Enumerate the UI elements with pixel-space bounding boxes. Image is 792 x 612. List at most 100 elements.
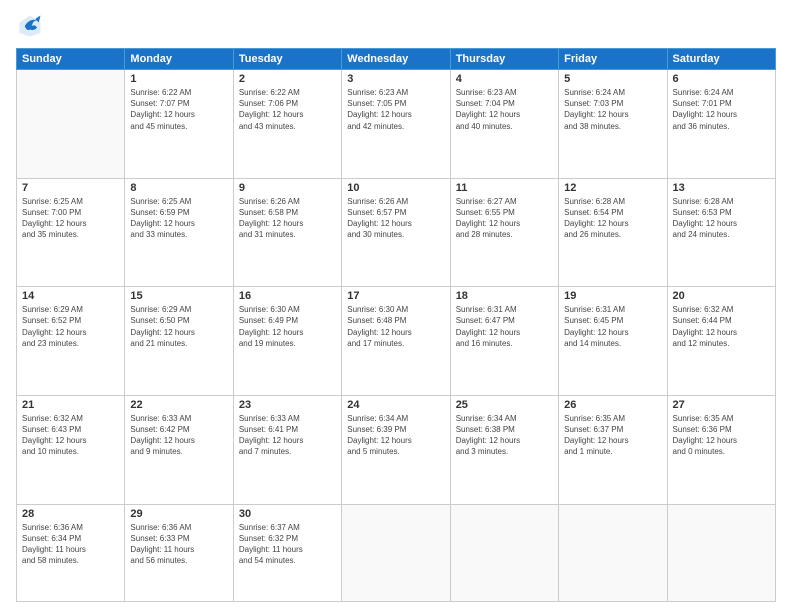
day-number: 21 bbox=[22, 399, 119, 411]
day-number: 6 bbox=[673, 73, 770, 85]
day-number: 30 bbox=[239, 508, 336, 520]
calendar-cell: 24Sunrise: 6:34 AM Sunset: 6:39 PM Dayli… bbox=[342, 395, 450, 504]
weekday-header-thursday: Thursday bbox=[450, 49, 558, 70]
calendar-cell: 8 Sunrise: 6:25 AM Sunset: 6:59 PM Daylig… bbox=[125, 178, 233, 287]
calendar-cell: 19 Sunrise: 6:31 AM Sunset: 6:45 PM Dayli… bbox=[559, 287, 667, 396]
day-number: 14 bbox=[22, 290, 119, 302]
week-row-1: 7Sunrise: 6:25 AM Sunset: 7:00 PM Daylig… bbox=[17, 178, 776, 287]
calendar-cell: 26 Sunrise: 6:35 AM Sunset: 6:37 PM Dayli… bbox=[559, 395, 667, 504]
logo-icon bbox=[16, 12, 44, 40]
day-info: Sunrise: 6:35 AM Sunset: 6:37 PM Dayligh… bbox=[564, 413, 661, 458]
day-number: 16 bbox=[239, 290, 336, 302]
day-number: 28 bbox=[22, 508, 119, 520]
day-info: Sunrise: 6:28 AM Sunset: 6:53 PM Dayligh… bbox=[673, 196, 770, 241]
calendar-cell: 3 Sunrise: 6:23 AM Sunset: 7:05 PM Daylig… bbox=[342, 70, 450, 179]
calendar-cell bbox=[17, 70, 125, 179]
day-number: 15 bbox=[130, 290, 227, 302]
calendar-cell: 29 Sunrise: 6:36 AM Sunset: 6:33 PM Dayli… bbox=[125, 504, 233, 602]
day-info: Sunrise: 6:25 AM Sunset: 6:59 PM Dayligh… bbox=[130, 196, 227, 241]
week-row-2: 14 Sunrise: 6:29 AM Sunset: 6:52 PM Dayli… bbox=[17, 287, 776, 396]
day-number: 4 bbox=[456, 73, 553, 85]
day-info: Sunrise: 6:23 AM Sunset: 7:05 PM Dayligh… bbox=[347, 87, 444, 132]
day-info: Sunrise: 6:28 AM Sunset: 6:54 PM Dayligh… bbox=[564, 196, 661, 241]
weekday-header-monday: Monday bbox=[125, 49, 233, 70]
calendar-cell: 22 Sunrise: 6:33 AM Sunset: 6:42 PM Dayli… bbox=[125, 395, 233, 504]
calendar-cell: 9 Sunrise: 6:26 AM Sunset: 6:58 PM Daylig… bbox=[233, 178, 341, 287]
weekday-header-tuesday: Tuesday bbox=[233, 49, 341, 70]
day-info: Sunrise: 6:23 AM Sunset: 7:04 PM Dayligh… bbox=[456, 87, 553, 132]
day-number: 20 bbox=[673, 290, 770, 302]
calendar-cell bbox=[342, 504, 450, 602]
calendar-cell: 10 Sunrise: 6:26 AM Sunset: 6:57 PM Dayli… bbox=[342, 178, 450, 287]
day-info: Sunrise: 6:33 AM Sunset: 6:41 PM Dayligh… bbox=[239, 413, 336, 458]
day-info: Sunrise: 6:32 AM Sunset: 6:44 PM Dayligh… bbox=[673, 304, 770, 349]
day-number: 25 bbox=[456, 399, 553, 411]
weekday-header-wednesday: Wednesday bbox=[342, 49, 450, 70]
calendar-cell: 13 Sunrise: 6:28 AM Sunset: 6:53 PM Dayli… bbox=[667, 178, 775, 287]
day-number: 8 bbox=[130, 182, 227, 194]
day-info: Sunrise: 6:34 AM Sunset: 6:39 PM Dayligh… bbox=[347, 413, 444, 458]
day-number: 11 bbox=[456, 182, 553, 194]
day-number: 7 bbox=[22, 182, 119, 194]
day-number: 22 bbox=[130, 399, 227, 411]
header bbox=[16, 12, 776, 40]
day-info: Sunrise: 6:29 AM Sunset: 6:52 PM Dayligh… bbox=[22, 304, 119, 349]
calendar-cell: 18 Sunrise: 6:31 AM Sunset: 6:47 PM Dayli… bbox=[450, 287, 558, 396]
page: SundayMondayTuesdayWednesdayThursdayFrid… bbox=[0, 0, 792, 612]
day-number: 27 bbox=[673, 399, 770, 411]
calendar-cell: 11 Sunrise: 6:27 AM Sunset: 6:55 PM Dayli… bbox=[450, 178, 558, 287]
day-number: 5 bbox=[564, 73, 661, 85]
day-info: Sunrise: 6:36 AM Sunset: 6:34 PM Dayligh… bbox=[22, 522, 119, 567]
week-row-0: 1Sunrise: 6:22 AM Sunset: 7:07 PM Daylig… bbox=[17, 70, 776, 179]
day-info: Sunrise: 6:34 AM Sunset: 6:38 PM Dayligh… bbox=[456, 413, 553, 458]
day-info: Sunrise: 6:32 AM Sunset: 6:43 PM Dayligh… bbox=[22, 413, 119, 458]
calendar-table: SundayMondayTuesdayWednesdayThursdayFrid… bbox=[16, 48, 776, 602]
day-number: 3 bbox=[347, 73, 444, 85]
calendar-cell: 12 Sunrise: 6:28 AM Sunset: 6:54 PM Dayli… bbox=[559, 178, 667, 287]
calendar-cell: 5 Sunrise: 6:24 AM Sunset: 7:03 PM Daylig… bbox=[559, 70, 667, 179]
calendar-cell: 25 Sunrise: 6:34 AM Sunset: 6:38 PM Dayli… bbox=[450, 395, 558, 504]
week-row-4: 28 Sunrise: 6:36 AM Sunset: 6:34 PM Dayli… bbox=[17, 504, 776, 602]
day-number: 9 bbox=[239, 182, 336, 194]
calendar-cell: 21 Sunrise: 6:32 AM Sunset: 6:43 PM Dayli… bbox=[17, 395, 125, 504]
calendar-cell: 30Sunrise: 6:37 AM Sunset: 6:32 PM Dayli… bbox=[233, 504, 341, 602]
day-info: Sunrise: 6:30 AM Sunset: 6:48 PM Dayligh… bbox=[347, 304, 444, 349]
weekday-header-friday: Friday bbox=[559, 49, 667, 70]
calendar-cell: 4 Sunrise: 6:23 AM Sunset: 7:04 PM Daylig… bbox=[450, 70, 558, 179]
day-info: Sunrise: 6:33 AM Sunset: 6:42 PM Dayligh… bbox=[130, 413, 227, 458]
week-row-3: 21 Sunrise: 6:32 AM Sunset: 6:43 PM Dayli… bbox=[17, 395, 776, 504]
day-info: Sunrise: 6:29 AM Sunset: 6:50 PM Dayligh… bbox=[130, 304, 227, 349]
day-info: Sunrise: 6:30 AM Sunset: 6:49 PM Dayligh… bbox=[239, 304, 336, 349]
weekday-header-sunday: Sunday bbox=[17, 49, 125, 70]
day-info: Sunrise: 6:22 AM Sunset: 7:07 PM Dayligh… bbox=[130, 87, 227, 132]
day-number: 18 bbox=[456, 290, 553, 302]
day-info: Sunrise: 6:26 AM Sunset: 6:57 PM Dayligh… bbox=[347, 196, 444, 241]
day-info: Sunrise: 6:31 AM Sunset: 6:47 PM Dayligh… bbox=[456, 304, 553, 349]
day-info: Sunrise: 6:24 AM Sunset: 7:01 PM Dayligh… bbox=[673, 87, 770, 132]
day-info: Sunrise: 6:36 AM Sunset: 6:33 PM Dayligh… bbox=[130, 522, 227, 567]
calendar-cell: 6 Sunrise: 6:24 AM Sunset: 7:01 PM Daylig… bbox=[667, 70, 775, 179]
calendar-cell: 14 Sunrise: 6:29 AM Sunset: 6:52 PM Dayli… bbox=[17, 287, 125, 396]
day-info: Sunrise: 6:31 AM Sunset: 6:45 PM Dayligh… bbox=[564, 304, 661, 349]
day-info: Sunrise: 6:35 AM Sunset: 6:36 PM Dayligh… bbox=[673, 413, 770, 458]
day-number: 26 bbox=[564, 399, 661, 411]
calendar-cell: 2 Sunrise: 6:22 AM Sunset: 7:06 PM Daylig… bbox=[233, 70, 341, 179]
calendar-cell bbox=[559, 504, 667, 602]
day-number: 29 bbox=[130, 508, 227, 520]
day-number: 19 bbox=[564, 290, 661, 302]
day-info: Sunrise: 6:24 AM Sunset: 7:03 PM Dayligh… bbox=[564, 87, 661, 132]
day-number: 23 bbox=[239, 399, 336, 411]
calendar-cell: 23 Sunrise: 6:33 AM Sunset: 6:41 PM Dayli… bbox=[233, 395, 341, 504]
day-info: Sunrise: 6:22 AM Sunset: 7:06 PM Dayligh… bbox=[239, 87, 336, 132]
day-number: 13 bbox=[673, 182, 770, 194]
day-number: 2 bbox=[239, 73, 336, 85]
calendar-cell: 28 Sunrise: 6:36 AM Sunset: 6:34 PM Dayli… bbox=[17, 504, 125, 602]
day-info: Sunrise: 6:27 AM Sunset: 6:55 PM Dayligh… bbox=[456, 196, 553, 241]
calendar-cell: 15 Sunrise: 6:29 AM Sunset: 6:50 PM Dayli… bbox=[125, 287, 233, 396]
day-number: 10 bbox=[347, 182, 444, 194]
calendar-cell: 17Sunrise: 6:30 AM Sunset: 6:48 PM Dayli… bbox=[342, 287, 450, 396]
calendar-cell bbox=[450, 504, 558, 602]
calendar-cell: 27 Sunrise: 6:35 AM Sunset: 6:36 PM Dayli… bbox=[667, 395, 775, 504]
day-number: 12 bbox=[564, 182, 661, 194]
day-info: Sunrise: 6:26 AM Sunset: 6:58 PM Dayligh… bbox=[239, 196, 336, 241]
